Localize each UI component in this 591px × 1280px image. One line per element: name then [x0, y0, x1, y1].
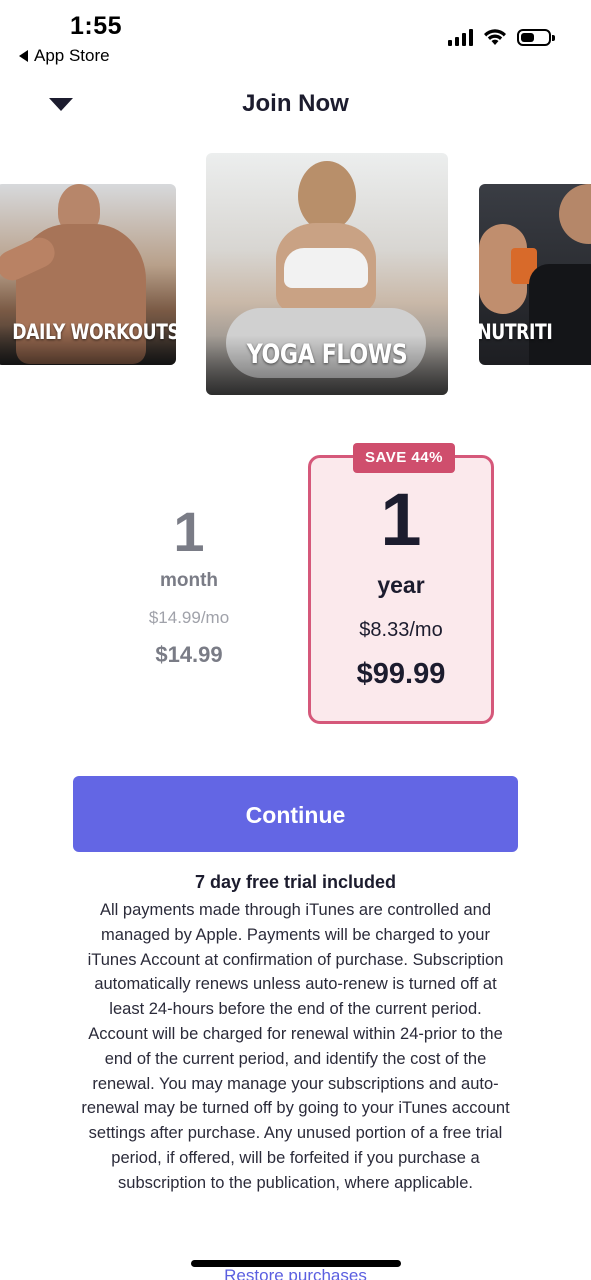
carousel-card-yoga-flows[interactable]: YOGA FLOWS [206, 153, 448, 395]
continue-button[interactable]: Continue [73, 776, 518, 852]
plan-total-price: $14.99 [155, 642, 223, 667]
plan-unit: year [377, 572, 425, 598]
card-label: DAILY WORKOUTS [12, 320, 176, 344]
card-label: YOGA FLOWS [246, 339, 408, 370]
plan-unit: month [159, 570, 219, 591]
plan-quantity: 1 [380, 478, 422, 561]
back-app-label: App Store [34, 46, 110, 65]
wifi-icon [484, 29, 506, 45]
back-triangle-icon [19, 50, 28, 62]
status-icons [448, 28, 555, 46]
restore-purchases-link[interactable]: Restore purchases [0, 1266, 591, 1280]
home-indicator[interactable] [191, 1260, 401, 1267]
status-time: 1:55 [70, 12, 123, 40]
legal-text: All payments made through iTunes are con… [81, 901, 510, 1192]
plan-per-month-price: $14.99/mo [148, 608, 230, 627]
plan-total-price: $99.99 [356, 658, 446, 690]
page-title: Join Now [242, 90, 349, 117]
back-to-app-store[interactable]: App Store [19, 46, 110, 66]
carousel-card-daily-workouts[interactable]: DAILY WORKOUTS [0, 184, 176, 365]
plan-option-year[interactable]: SAVE 44% 1 year $8.33/mo $99.99 [308, 443, 494, 724]
join-now-screen: 1:55 App Store Join Now DAILY WORKOUTS Y… [0, 0, 591, 1280]
plan-quantity: 1 [173, 500, 205, 563]
trial-title: 7 day free trial included [194, 872, 397, 892]
save-badge: SAVE 44% [353, 443, 455, 473]
plan-per-month-price: $8.33/mo [359, 619, 443, 641]
battery-level [521, 32, 534, 42]
carousel-card-nutrition[interactable]: NUTRITI [479, 184, 591, 365]
card-label: NUTRITI [479, 320, 553, 344]
plan-option-month[interactable]: 1 month $14.99/mo $14.99 [100, 500, 278, 668]
cellular-signal-icon [448, 28, 473, 46]
battery-icon [517, 28, 555, 46]
